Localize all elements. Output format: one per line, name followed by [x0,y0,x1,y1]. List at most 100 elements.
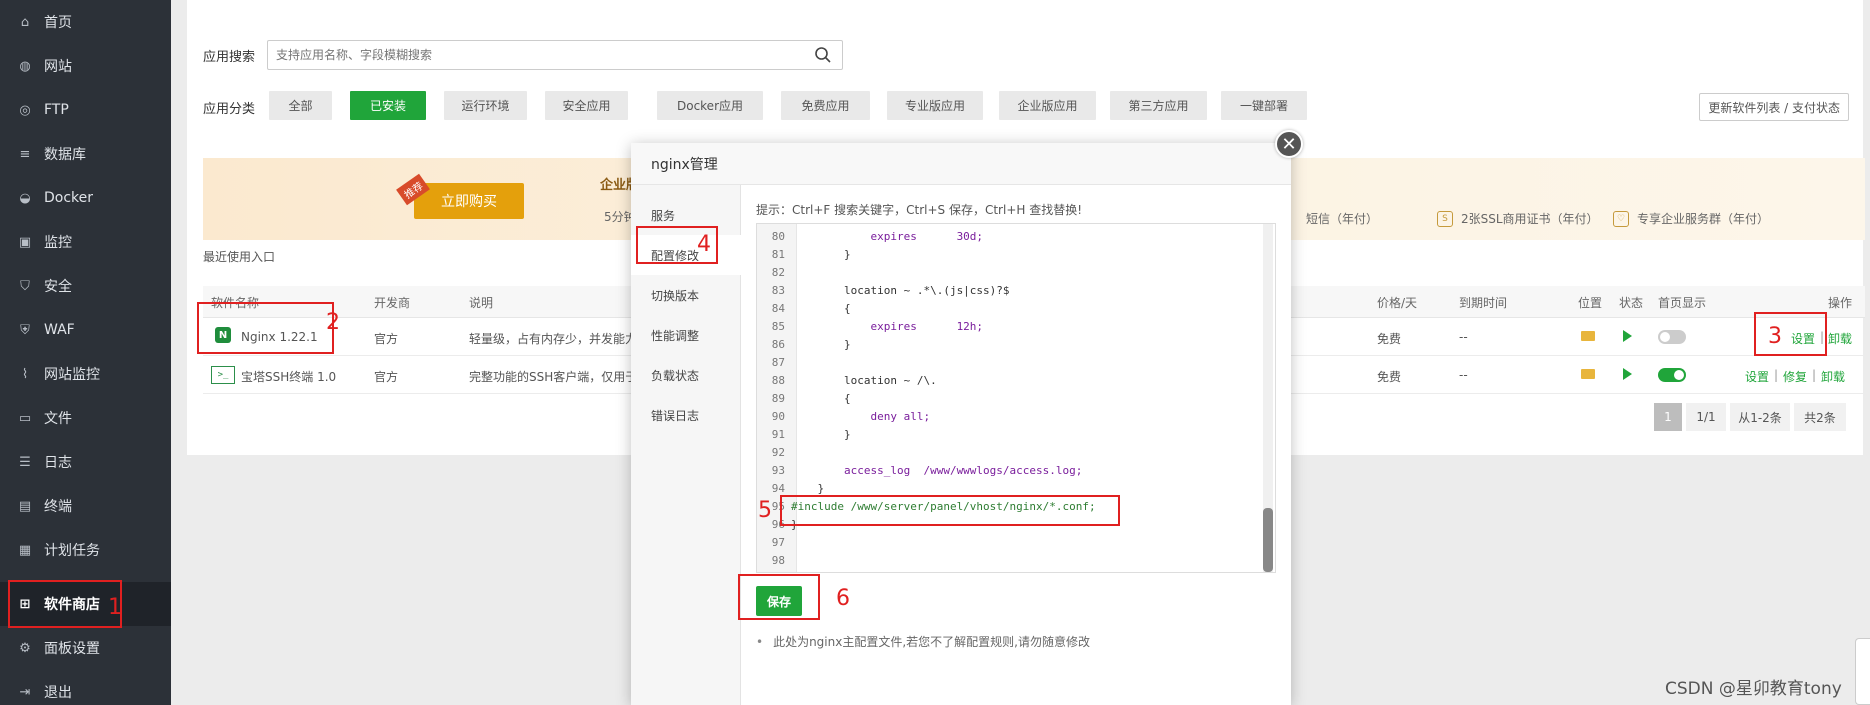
monitor-icon: ▣ [18,234,32,250]
category-docker[interactable]: Docker应用 [657,91,763,120]
nav-load-status[interactable]: 负载状态 [631,355,741,395]
category-pro[interactable]: 专业版应用 [887,91,983,120]
sidebar-item-panel-settings[interactable]: ⚙ 面板设置 [0,626,171,670]
chart-icon: ⌇ [21,366,29,382]
editor-scrollbar-thumb[interactable] [1263,508,1273,572]
software-desc: 完整功能的SSH客户端，仅用于 [469,370,638,384]
search-box [267,40,843,70]
code-line: 91 } [771,428,851,441]
sidebar-item-home[interactable]: ⌂ 首页 [0,0,171,44]
category-all[interactable]: 全部 [269,91,332,120]
folder-icon[interactable] [1581,369,1595,379]
uninstall-link[interactable]: 卸载 [1828,330,1852,347]
annotation-box-2 [197,302,334,354]
nav-switch-version[interactable]: 切换版本 [631,275,741,315]
homepage-toggle[interactable] [1658,368,1686,382]
folder-icon[interactable] [1581,331,1595,341]
sidebar-item-label: 网站 [44,59,72,75]
recent-label: 最近使用入口 [203,250,276,264]
play-icon[interactable] [1623,368,1632,380]
buy-now-button[interactable]: 立即购买 [414,183,524,219]
category-installed[interactable]: 已安装 [350,91,426,120]
uninstall-link[interactable]: 卸载 [1821,368,1845,385]
sidebar-item-label: 首页 [44,15,72,31]
sidebar-item-ftp[interactable]: ◎ FTP [0,88,171,132]
settings-link[interactable]: 设置 [1745,368,1769,385]
editor-hint: 提示：Ctrl+F 搜索关键字，Ctrl+S 保存，Ctrl+H 查找替换! [756,203,1083,217]
homepage-toggle[interactable] [1658,330,1686,344]
code-line: 89 { [771,392,851,405]
sidebar-item-database[interactable]: ≡ 数据库 [0,132,171,176]
software-name[interactable]: 宝塔SSH终端 1.0 [241,368,336,385]
sidebar-item-files[interactable]: ▭ 文件 [0,396,171,440]
ops-divider: | [1812,368,1817,382]
code-line: 84 { [771,302,851,315]
sidebar-item-terminal[interactable]: ▤ 终端 [0,484,171,528]
code-line: 83 location ~ .*\.(js|css)?$ [771,284,1010,297]
software-desc: 轻量级，占有内存少，并发能力 [469,332,638,346]
code-line: 80 expires 30d; [771,230,984,243]
waf-icon: ⛨ [20,322,30,338]
sidebar-item-label: 安全 [44,279,72,295]
ftp-icon: ◎ [19,102,31,118]
nav-error-log[interactable]: 错误日志 [631,395,741,435]
search-input[interactable] [268,41,788,69]
sidebar-item-logout[interactable]: ⇥ 退出 [0,670,171,705]
category-security[interactable]: 安全应用 [545,91,628,120]
sidebar-item-label: 退出 [44,685,72,701]
col-homepage: 首页显示 [1658,296,1707,310]
code-line: 98 [771,554,785,567]
sidebar-item-site-monitor[interactable]: ⌇ 网站监控 [0,352,171,396]
category-runtime[interactable]: 运行环境 [444,91,527,120]
sidebar-item-waf[interactable]: ⛨ WAF [0,308,171,352]
update-list-button[interactable]: 更新软件列表 / 支付状态 [1699,93,1849,121]
sidebar-item-label: 日志 [44,455,72,471]
annotation-box-6 [738,574,820,620]
docker-icon: ◒ [19,190,31,206]
category-third-party[interactable]: 第三方应用 [1110,91,1207,120]
code-line: 88 location ~ /\. [771,374,937,387]
sidebar-item-docker[interactable]: ◒ Docker [0,176,171,220]
sidebar-item-logs[interactable]: ☰ 日志 [0,440,171,484]
code-line: 90 deny all; [771,410,931,423]
search-icon[interactable] [814,46,832,64]
sidebar-item-website[interactable]: ◍ 网站 [0,44,171,88]
annotation-number-6: 6 [836,586,850,611]
software-price: 免费 [1377,332,1402,346]
software-expiry: -- [1459,330,1468,344]
terminal-icon: ▤ [18,498,32,514]
col-price: 价格/天 [1377,296,1418,310]
sidebar-item-label: WAF [44,322,75,338]
ops-divider: | [1774,368,1779,382]
pager-current[interactable]: 1 [1654,403,1682,431]
sidebar-item-label: Docker [44,190,94,206]
col-status: 状态 [1619,296,1644,310]
annotation-number-2: 2 [326,310,340,335]
globe-icon: ◍ [19,58,31,74]
category-label: 应用分类 [203,102,256,117]
perk-sms: 短信（年付） [1306,212,1379,226]
perk-ssl: S 2张SSL商用证书（年付） [1437,210,1599,227]
sidebar-item-label: 面板设置 [44,641,100,657]
play-icon[interactable] [1623,330,1632,342]
category-one-click[interactable]: 一键部署 [1221,91,1307,120]
annotation-number-4: 4 [697,232,711,257]
nginx-manage-dialog: nginx管理 服务 配置修改 切换版本 性能调整 负载状态 错误日志 提示：C… [631,143,1291,705]
sidebar-item-security[interactable]: ⛉ 安全 [0,264,171,308]
sidebar-item-monitor[interactable]: ▣ 监控 [0,220,171,264]
annotation-box-5 [780,495,1120,526]
col-actions: 操作 [1828,296,1853,310]
sidebar-item-label: 监控 [44,235,72,251]
category-free[interactable]: 免费应用 [781,91,870,120]
sidebar-item-cron[interactable]: ▦ 计划任务 [0,528,171,572]
repair-link[interactable]: 修复 [1783,368,1807,385]
close-icon[interactable]: ✕ [1275,130,1303,158]
code-line: 93 access_log /www/wwwlogs/access.log; [771,464,1083,477]
floating-side-tab[interactable] [1855,638,1870,705]
category-enterprise[interactable]: 企业版应用 [999,91,1096,120]
nav-performance[interactable]: 性能调整 [631,315,741,355]
sidebar-item-label: 终端 [44,499,72,515]
sidebar-item-label: 计划任务 [44,543,100,559]
code-line: 92 [771,446,785,459]
folder-icon: ▭ [18,410,32,426]
